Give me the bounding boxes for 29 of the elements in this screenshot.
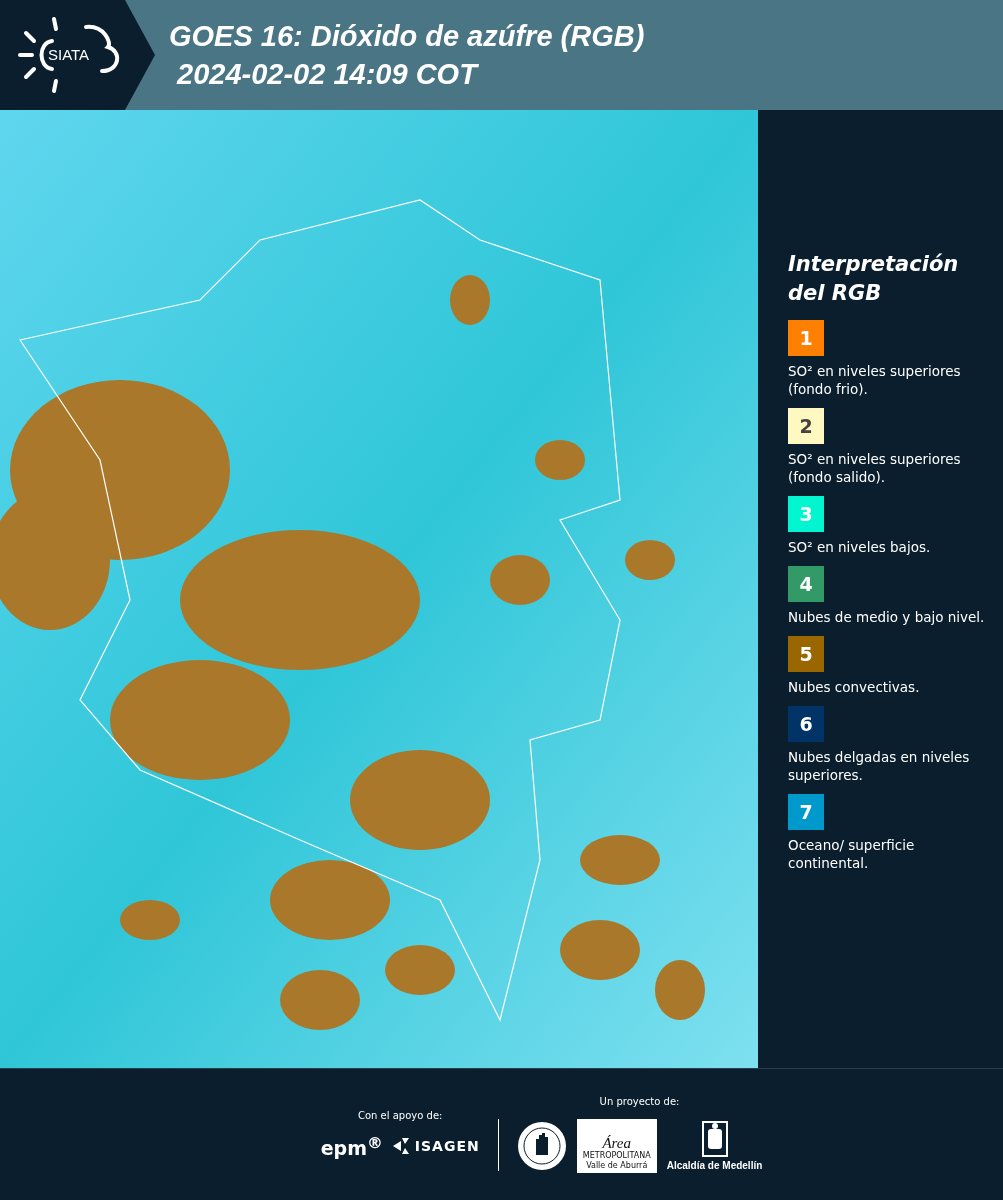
alcaldia-logo-text: Alcaldía de Medellín <box>666 1160 763 1171</box>
legend-swatch: 6 <box>788 706 824 742</box>
legend-description: SO² en niveles bajos. <box>788 538 931 556</box>
triangle-cluster-icon <box>392 1138 411 1154</box>
logo-text: SIATA <box>48 46 90 63</box>
page-title: GOES 16: Dióxido de azúfre (RGB) <box>169 19 645 54</box>
legend-title: Interpretación del RGB <box>788 251 960 307</box>
legend-swatch: 3 <box>788 496 824 532</box>
area-logo-text: Valle de Aburrá <box>586 1161 648 1171</box>
sponsor-logo: ISAGEN <box>414 1138 480 1154</box>
legend-description: Nubes convectivas. <box>788 678 920 696</box>
legend-description: Nubes delgadas en niveles superiores. <box>788 748 971 784</box>
area-logo-title: Área <box>602 1135 631 1151</box>
legend-description: Oceano/ superficie continental. <box>788 836 916 872</box>
hand-seal-icon <box>516 1121 567 1171</box>
legend-description: SO² en niveles superiores (fondo salido). <box>788 450 962 486</box>
support-label: Con el apoyo de: <box>358 1109 443 1121</box>
legend-swatch: 2 <box>788 408 824 444</box>
legend-swatch: 7 <box>788 794 824 830</box>
legend-swatch: 5 <box>788 636 824 672</box>
timestamp: 2024-02-02 14:09 COT <box>175 57 480 92</box>
area-logo-text: METROPOLITANA <box>582 1151 651 1161</box>
coat-of-arms-icon <box>701 1121 728 1157</box>
legend-description: SO² en niveles superiores (fondo frio). <box>788 362 962 398</box>
legend-swatch: 4 <box>788 566 824 602</box>
legend-swatch: 1 <box>788 320 824 356</box>
legend-description: Nubes de medio y bajo nivel. <box>788 608 985 626</box>
sponsor-logo: epm$^{®}$ <box>320 1132 383 1160</box>
project-label: Un proyecto de: <box>599 1096 680 1107</box>
